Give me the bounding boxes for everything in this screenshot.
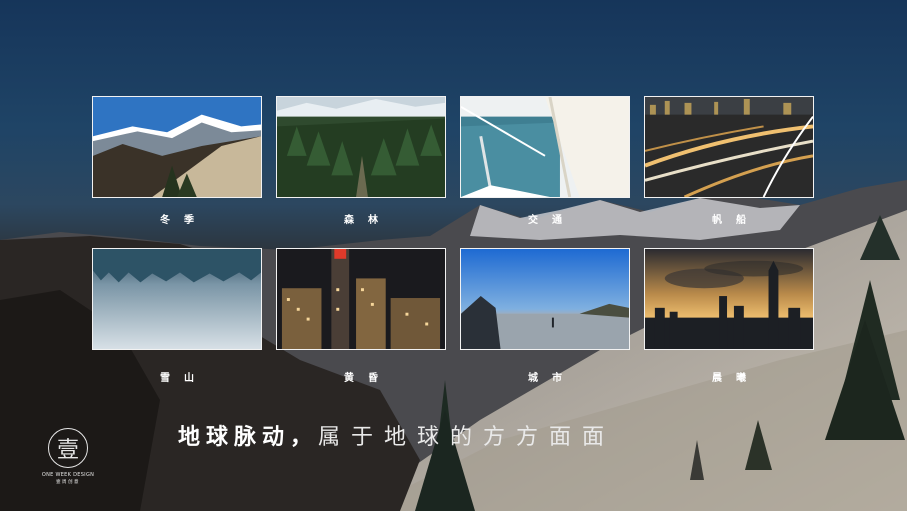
photo-label-winter: 冬季 (160, 215, 208, 226)
photo-card-forest[interactable] (276, 96, 446, 198)
snow-field-photo-icon (93, 249, 261, 349)
slogan: 地球脉动，属于地球的方方面面 (178, 419, 615, 451)
photo-label-snow-mountain: 雪山 (160, 373, 208, 384)
sunset-coast-photo-icon (461, 249, 629, 349)
logo-glyph: 壹 (56, 438, 79, 463)
skyline-dawn-photo-icon (645, 249, 813, 349)
photo-card-traffic[interactable] (460, 96, 630, 198)
photo-label-forest: 森林 (344, 215, 392, 226)
logo-name-cn: 壹周创意 (56, 480, 80, 485)
photo-card-city[interactable] (460, 248, 630, 350)
brand-logo: 壹 ONE WEEK DESIGN 壹周创意 (38, 428, 98, 485)
photo-label-sailboat: 帆船 (712, 215, 760, 226)
city-night-photo-icon (645, 97, 813, 197)
photo-card-dawn[interactable] (644, 248, 814, 350)
slogan-light: 属于地球的方方面面 (318, 425, 616, 450)
photo-label-dusk: 黄昏 (344, 373, 392, 384)
photo-card-winter[interactable] (92, 96, 262, 198)
photo-card-sailboat[interactable] (644, 96, 814, 198)
photo-card-dusk[interactable] (276, 248, 446, 350)
photo-label-dawn: 晨曦 (712, 373, 760, 384)
photo-label-city: 城市 (528, 373, 576, 384)
skyscraper-night-photo-icon (277, 249, 445, 349)
photo-card-snow-mountain[interactable] (92, 248, 262, 350)
logo-name-en: ONE WEEK DESIGN (41, 472, 95, 478)
forest-photo-icon (277, 97, 445, 197)
mountain-photo-icon (93, 97, 261, 197)
photo-label-traffic: 交通 (528, 215, 576, 226)
logo-circle-icon: 壹 (48, 428, 88, 468)
slogan-strong: 地球脉动， (178, 425, 319, 450)
sailboat-photo-icon (461, 97, 629, 197)
